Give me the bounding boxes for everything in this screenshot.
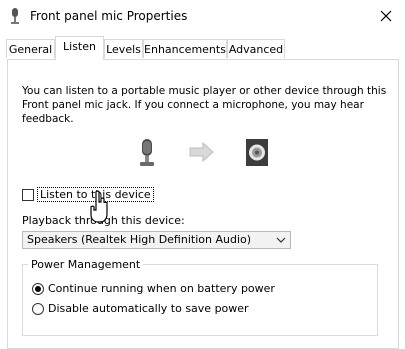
disable-automatically-label[interactable]: Disable automatically to save power (48, 302, 249, 315)
close-icon (380, 10, 392, 22)
listen-checkbox[interactable] (22, 189, 34, 201)
window-title: Front panel mic Properties (30, 9, 188, 23)
power-management-group (22, 264, 378, 336)
tab-advanced[interactable]: Advanced (227, 39, 285, 58)
tab-enhancements[interactable]: Enhancements (143, 39, 227, 58)
microphone-icon (11, 8, 19, 24)
title-bar: Front panel mic Properties (0, 0, 405, 32)
continue-running-label[interactable]: Continue running when on battery power (48, 282, 275, 295)
tab-listen[interactable]: Listen (55, 36, 104, 60)
speaker-icon (246, 139, 268, 166)
continue-running-radio[interactable] (32, 283, 44, 295)
tab-levels[interactable]: Levels (104, 39, 143, 58)
disable-automatically-radio[interactable] (32, 303, 44, 315)
microphone-icon (140, 139, 154, 166)
power-management-title: Power Management (28, 258, 144, 271)
listen-illustration (140, 139, 268, 166)
mouse-cursor-icon (90, 190, 108, 223)
tab-general[interactable]: General (6, 39, 55, 58)
playback-device-select[interactable]: Speakers (Realtek High Definition Audio) (22, 231, 291, 249)
arrow-right-icon (189, 141, 214, 163)
chevron-down-icon (276, 237, 286, 243)
playback-device-value: Speakers (Realtek High Definition Audio) (27, 233, 252, 246)
close-button[interactable] (372, 3, 400, 29)
listen-description: You can listen to a portable music playe… (22, 85, 387, 125)
